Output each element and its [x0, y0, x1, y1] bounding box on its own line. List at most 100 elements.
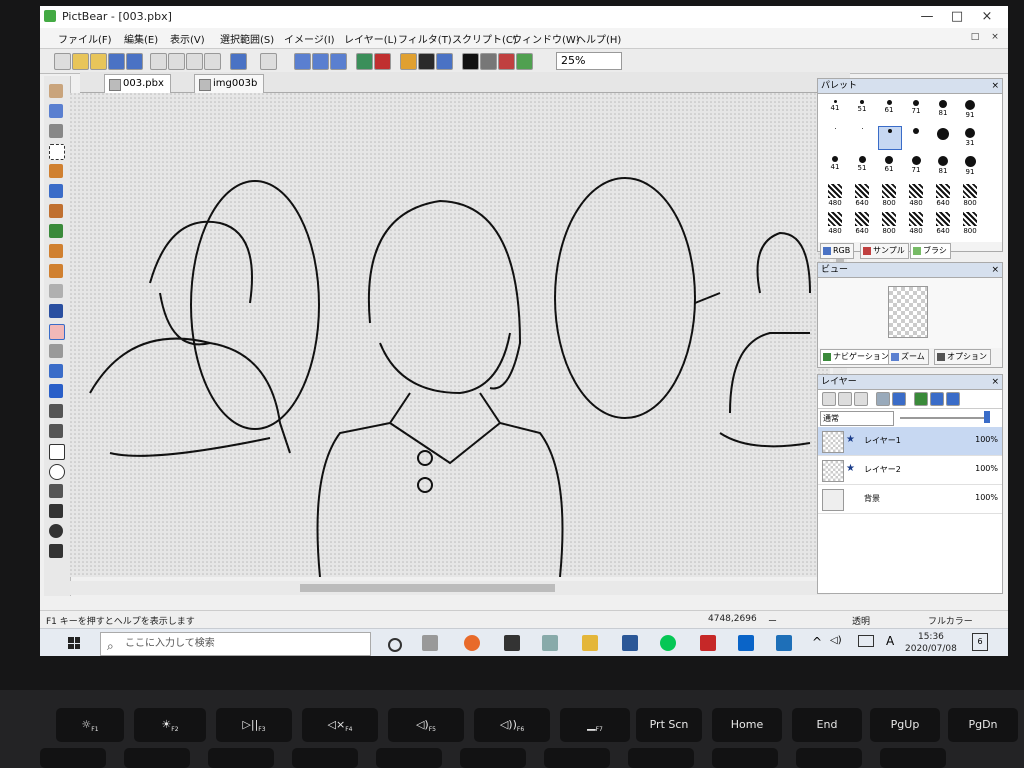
- store-icon[interactable]: [504, 635, 520, 651]
- outlook-icon[interactable]: [738, 635, 754, 651]
- volume-icon[interactable]: ◁): [830, 635, 842, 646]
- layer-row[interactable]: ★ レイヤー1 100%: [818, 427, 1002, 456]
- ellipse-shape-icon[interactable]: [49, 464, 65, 480]
- new-layer-icon[interactable]: [822, 392, 836, 406]
- navigator-thumbnail[interactable]: [888, 286, 928, 338]
- dropper-icon[interactable]: [49, 304, 63, 318]
- open-recent-icon[interactable]: [90, 53, 107, 70]
- brush-preset[interactable]: 81: [932, 154, 954, 176]
- delete-layer-icon[interactable]: [838, 392, 852, 406]
- drawing-canvas[interactable]: [70, 93, 830, 577]
- brush-preset[interactable]: 800: [959, 182, 981, 207]
- brush-preset[interactable]: 61: [878, 98, 900, 120]
- menu-layer[interactable]: レイヤー(L): [344, 31, 397, 46]
- zoom-out-icon[interactable]: [312, 53, 329, 70]
- new-file-icon[interactable]: [54, 53, 71, 70]
- menu-edit[interactable]: 編集(E): [124, 31, 158, 46]
- brush-preset[interactable]: 480: [824, 182, 846, 207]
- copy-icon[interactable]: [168, 53, 185, 70]
- image-window-icon[interactable]: [356, 53, 373, 70]
- chevron-up-icon[interactable]: ^: [812, 635, 822, 649]
- menu-selection[interactable]: 選択範囲(S): [220, 31, 274, 46]
- notification-icon[interactable]: 6: [972, 633, 988, 651]
- move-down-icon[interactable]: [892, 392, 906, 406]
- brush-preset[interactable]: [824, 126, 846, 148]
- layer-row[interactable]: ★ レイヤー2 100%: [818, 456, 1002, 485]
- brush-preset[interactable]: 640: [932, 182, 954, 207]
- word-icon[interactable]: [622, 635, 638, 651]
- close-icon[interactable]: ×: [991, 79, 999, 93]
- brush-preset[interactable]: 81: [932, 98, 954, 120]
- doc-close-button[interactable]: ×: [980, 28, 1008, 46]
- menu-file[interactable]: ファイル(F): [58, 31, 112, 46]
- tab-003-pbx[interactable]: 003.pbx: [104, 74, 171, 93]
- menu-window[interactable]: ウィンドウ(W): [512, 31, 580, 46]
- pencil-icon[interactable]: [49, 244, 63, 258]
- task-view-icon[interactable]: [422, 635, 438, 651]
- tab-navigation[interactable]: ナビゲーション: [820, 349, 893, 365]
- pictbear-taskbar-icon[interactable]: [542, 635, 558, 651]
- merge-icon[interactable]: [914, 392, 928, 406]
- opacity-slider[interactable]: [900, 417, 990, 419]
- tab-brush[interactable]: ブラシ: [910, 243, 951, 259]
- layer-window-icon[interactable]: [374, 53, 391, 70]
- brush-preset[interactable]: 51: [851, 98, 873, 120]
- merge-visible-icon[interactable]: [930, 392, 944, 406]
- tab-rgb[interactable]: RGB: [820, 243, 855, 259]
- stamp-icon[interactable]: [49, 544, 63, 558]
- brush-preset[interactable]: 640: [851, 210, 873, 235]
- duplicate-layer-icon[interactable]: [854, 392, 868, 406]
- windows-start-icon[interactable]: [68, 637, 80, 649]
- text-tool-icon[interactable]: [49, 384, 63, 398]
- brush-preset[interactable]: 800: [959, 210, 981, 235]
- navigator-toggle-icon[interactable]: [418, 53, 435, 70]
- crop-icon[interactable]: [204, 53, 221, 70]
- close-icon[interactable]: ×: [991, 263, 999, 277]
- blend-mode-select[interactable]: 通常: [820, 411, 894, 426]
- maximize-button[interactable]: □: [942, 8, 972, 26]
- close-icon[interactable]: ×: [991, 375, 999, 389]
- brush-preset[interactable]: 800: [878, 210, 900, 235]
- brush-preset[interactable]: 91: [959, 154, 981, 176]
- opacity-slider-handle[interactable]: [984, 411, 990, 423]
- curve-tool-icon[interactable]: [49, 424, 63, 438]
- brush-icon[interactable]: [49, 204, 63, 218]
- brush-preset[interactable]: 91: [959, 98, 981, 120]
- palette-toggle-icon[interactable]: [400, 53, 417, 70]
- brush-preset[interactable]: 41: [824, 154, 846, 176]
- eraser-icon[interactable]: [49, 324, 65, 340]
- polygon-icon[interactable]: [49, 484, 63, 498]
- brush-preset[interactable]: 71: [905, 98, 927, 120]
- brush-preset[interactable]: 480: [905, 182, 927, 207]
- line-tool-icon[interactable]: [49, 404, 63, 418]
- brush-preset[interactable]: 640: [851, 182, 873, 207]
- brush-preset[interactable]: 51: [851, 154, 873, 176]
- brush-preset[interactable]: 61: [878, 154, 900, 176]
- tab-sample[interactable]: サンプル: [860, 243, 909, 259]
- color-icon[interactable]: [498, 53, 515, 70]
- ime-indicator[interactable]: A: [886, 634, 894, 648]
- menu-help[interactable]: ヘルプ(H): [576, 31, 621, 46]
- brush-preset[interactable]: 640: [932, 210, 954, 235]
- open-folder-icon[interactable]: [72, 53, 89, 70]
- brush-preset[interactable]: 71: [905, 154, 927, 176]
- horizontal-scroll-thumb[interactable]: [300, 584, 555, 592]
- monochrome-icon[interactable]: [462, 53, 479, 70]
- minimize-button[interactable]: —: [912, 8, 942, 26]
- menu-image[interactable]: イメージ(I): [284, 31, 335, 46]
- close-button[interactable]: ×: [972, 8, 1002, 26]
- gradient-icon[interactable]: [49, 344, 63, 358]
- brush-preset[interactable]: 480: [905, 210, 927, 235]
- save-as-icon[interactable]: [126, 53, 143, 70]
- brush-preset[interactable]: [932, 126, 954, 148]
- layers-toggle-icon[interactable]: [436, 53, 453, 70]
- explorer-icon[interactable]: [582, 635, 598, 651]
- app-red-icon[interactable]: [700, 635, 716, 651]
- brush-preset[interactable]: [878, 126, 902, 150]
- keyboard-icon[interactable]: [858, 635, 874, 647]
- redo-icon[interactable]: [260, 53, 277, 70]
- save-icon[interactable]: [108, 53, 125, 70]
- undo-icon[interactable]: [230, 53, 247, 70]
- layer-row[interactable]: 背景 100%: [818, 485, 1002, 514]
- wand-icon[interactable]: [49, 184, 63, 198]
